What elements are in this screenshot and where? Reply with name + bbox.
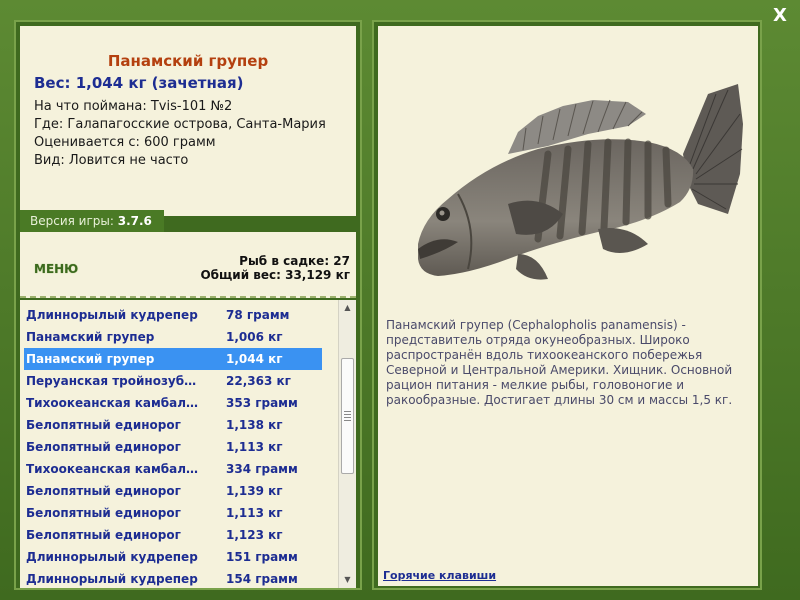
left-panel: Панамский групер Вес: 1,044 кг (зачетная…: [14, 20, 362, 590]
fish-count: Рыб в садке: 27: [239, 254, 350, 268]
scroll-up-arrow-icon[interactable]: ▲: [339, 300, 356, 316]
catch-fish-weight: 353 грамм: [226, 396, 298, 410]
catch-list-row[interactable]: Панамский групер 1,044 кг: [24, 348, 322, 370]
catch-list-row[interactable]: Длиннорылый кудрепер 151 грамм: [24, 546, 322, 568]
catch-fish-weight: 78 грамм: [226, 308, 290, 322]
version-label: Версия игры:: [30, 214, 118, 228]
catch-list-row[interactable]: Белопятный единорог 1,113 кг: [24, 436, 322, 458]
catch-fish-name: Тихоокеанская камбал…: [26, 462, 199, 476]
hotkeys-link[interactable]: Горячие клавиши: [383, 569, 496, 582]
catch-fish-weight: 1,044 кг: [226, 352, 283, 366]
catch-fish-name: Белопятный единорог: [26, 418, 181, 432]
catch-fish-weight: 154 грамм: [226, 572, 298, 586]
catch-fish-name: Белопятный единорог: [26, 440, 181, 454]
fish-title: Панамский групер: [107, 52, 269, 70]
scroll-thumb[interactable]: [341, 358, 354, 474]
catch-list-row[interactable]: Перуанская тройнозуб… 22,363 кг: [24, 370, 322, 392]
catch-fish-weight: 1,006 кг: [226, 330, 283, 344]
catch-fish-weight: 1,113 кг: [226, 440, 283, 454]
catch-fish-name: Перуанская тройнозуб…: [26, 374, 197, 388]
catch-fish-name: Длиннорылый кудрепер: [26, 308, 198, 322]
fish-details: На что поймана: Tvis-101 №2 Где: Галапаг…: [34, 98, 326, 170]
catch-fish-name: Панамский групер: [26, 352, 155, 366]
scrollbar[interactable]: ▲ ▼: [338, 300, 356, 588]
location-line: Где: Галапагосские острова, Санта-Мария: [34, 117, 326, 132]
catch-fish-name: Белопятный единорог: [26, 484, 181, 498]
catch-fish-name: Тихоокеанская камбал…: [26, 396, 199, 410]
catch-list-row[interactable]: Длиннорылый кудрепер 154 грамм: [24, 568, 322, 588]
catch-list-row[interactable]: Длиннорылый кудрепер 78 грамм: [24, 304, 322, 326]
catch-list-row[interactable]: Тихоокеанская камбал… 353 грамм: [24, 392, 322, 414]
version-bar: Версия игры: 3.7.6: [20, 210, 164, 232]
catch-fish-weight: 151 грамм: [226, 550, 298, 564]
rated-from-line: Оценивается с: 600 грамм: [34, 135, 216, 150]
fish-image: [418, 84, 743, 280]
catch-fish-name: Длиннорылый кудрепер: [26, 572, 198, 586]
right-panel: Панамский групер (Cephalopholis panamens…: [372, 20, 762, 590]
fish-info-card: Панамский групер Вес: 1,044 кг (зачетная…: [20, 26, 356, 216]
catch-fish-name: Белопятный единорог: [26, 528, 181, 542]
close-button[interactable]: X: [770, 6, 790, 26]
catch-fish-weight: 1,113 кг: [226, 506, 283, 520]
catch-list-row[interactable]: Белопятный единорог 1,123 кг: [24, 524, 322, 546]
menu-button[interactable]: МЕНЮ: [34, 262, 78, 276]
catch-list[interactable]: Длиннорылый кудрепер 154 грамм Длиннорылый…: [20, 300, 356, 588]
keepnet-stats: Рыб в садке: 27 Общий вес: 33,129 кг: [200, 254, 350, 282]
fish-detail-card: Панамский групер (Cephalopholis panamens…: [378, 26, 758, 586]
catch-list-row[interactable]: Белопятный единорог 1,113 кг: [24, 502, 322, 524]
catch-fish-weight: 1,139 кг: [226, 484, 283, 498]
catch-fish-name: Белопятный единорог: [26, 506, 181, 520]
catch-fish-weight: 1,138 кг: [226, 418, 283, 432]
catch-fish-name: Панамский групер: [26, 330, 155, 344]
menu-stats-area: МЕНЮ Рыб в садке: 27 Общий вес: 33,129 к…: [20, 232, 356, 298]
scroll-down-arrow-icon[interactable]: ▼: [339, 572, 356, 588]
catch-list-row[interactable]: Белопятный единорог 1,138 кг: [24, 414, 322, 436]
rarity-line: Вид: Ловится не часто: [34, 153, 189, 168]
grip-icon: [344, 411, 351, 423]
version-value: 3.7.6: [117, 214, 152, 228]
catch-list-row[interactable]: Белопятный единорог 1,139 кг: [24, 480, 322, 502]
catch-fish-weight: 334 грамм: [226, 462, 298, 476]
fish-weight: Вес: 1,044 кг (зачетная): [34, 74, 244, 92]
bait-line: На что поймана: Tvis-101 №2: [34, 99, 233, 114]
catch-fish-weight: 1,123 кг: [226, 528, 283, 542]
divider: [20, 296, 356, 298]
fish-description: Панамский групер (Cephalopholis panamens…: [386, 318, 733, 407]
catch-fish-name: Длиннорылый кудрепер: [26, 550, 198, 564]
catch-list-row[interactable]: Тихоокеанская камбал… 334 грамм: [24, 458, 322, 480]
total-weight: Общий вес: 33,129 кг: [200, 268, 350, 282]
catch-list-row[interactable]: Панамский групер 1,006 кг: [24, 326, 322, 348]
catch-fish-weight: 22,363 кг: [226, 374, 291, 388]
